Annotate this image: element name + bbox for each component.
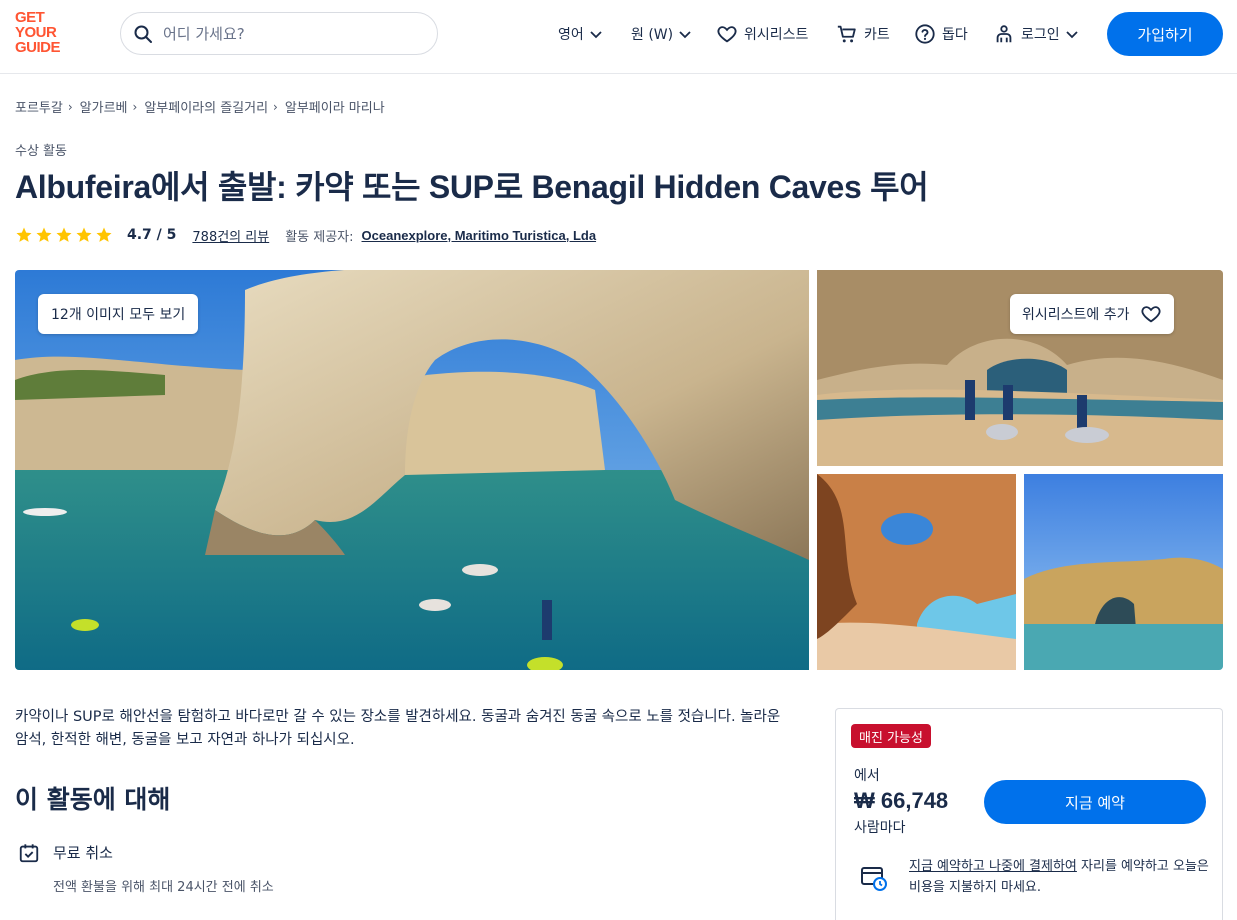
signup-button[interactable]: 가입하기 <box>1107 12 1223 56</box>
reviews-link[interactable]: 788건의 리뷰 <box>192 226 269 245</box>
breadcrumb-item-marina[interactable]: 알부페이라 마리나 <box>285 97 385 116</box>
star-icon <box>36 227 52 242</box>
reserve-now-pay-later-text: 지금 예약하고 나중에 결제하여 자리를 예약하고 오늘은 비용을 지불하지 마… <box>909 856 1209 898</box>
cart-label: 카트 <box>864 27 890 43</box>
breadcrumb-separator-icon: › <box>132 99 138 114</box>
star-icon <box>76 227 92 242</box>
star-rating <box>15 226 113 244</box>
search-input[interactable] <box>163 24 413 43</box>
logo-line-3: GUIDE <box>15 39 61 56</box>
top-header: GET YOUR GUIDE 영어 원 (W) 위시리스트 카트 돕다 로그인 … <box>0 0 1237 74</box>
chevron-down-icon <box>590 31 602 39</box>
star-icon <box>16 227 32 242</box>
star-icon <box>56 227 72 242</box>
currency-selector[interactable]: 원 (W) <box>631 22 693 46</box>
price-value: ₩ 66,748 <box>854 788 949 813</box>
cart-icon <box>837 25 856 43</box>
currency-label: 원 (W) <box>631 27 674 43</box>
star-icon <box>96 227 112 242</box>
breadcrumb-item-algarve[interactable]: 알가르베 <box>80 97 128 116</box>
page-title: Albufeira에서 출발: 카약 또는 SUP로 Benagil Hidde… <box>15 169 929 205</box>
price-from-label: 에서 <box>854 768 880 784</box>
add-to-wishlist-label: 위시리스트에 추가 <box>1022 307 1130 323</box>
breadcrumb: 포르투갈 › 알가르베 › 알부페이라의 즐길거리 › 알부페이라 마리나 <box>15 97 385 117</box>
language-label: 영어 <box>558 27 584 43</box>
search-bar[interactable] <box>120 12 438 55</box>
search-icon <box>134 25 152 43</box>
help-nav[interactable]: 돕다 <box>914 22 968 46</box>
booking-card: 매진 가능성 에서 ₩ 66,748 사람마다 지금 예약 지금 예약하고 나중… <box>835 708 1223 920</box>
heart-icon <box>1140 306 1161 323</box>
per-person-label: 사람마다 <box>854 820 906 836</box>
provider-label: 활동 제공자: <box>285 229 354 245</box>
provider-link[interactable]: Oceanexplore, Maritimo Turistica, Lda <box>362 228 597 243</box>
reserve-now-pay-later-link[interactable]: 지금 예약하고 나중에 결제하여 <box>909 859 1077 874</box>
add-to-wishlist-button[interactable]: 위시리스트에 추가 <box>1010 294 1174 334</box>
chevron-down-icon <box>1066 31 1078 39</box>
rating-value: 4.7 / 5 <box>127 227 177 243</box>
chevron-down-icon <box>679 31 691 39</box>
calendar-clock-icon <box>861 867 887 891</box>
benagil-cave-skylight-photo <box>817 474 1016 670</box>
getyourguide-logo[interactable]: GET YOUR GUIDE <box>15 10 73 58</box>
user-group-icon <box>996 25 1012 43</box>
rating-row: 4.7 / 5 788건의 리뷰 활동 제공자: Oceanexplore, M… <box>15 224 596 246</box>
help-circle-icon <box>915 24 935 44</box>
breadcrumb-separator-icon: › <box>273 99 278 114</box>
language-selector[interactable]: 영어 <box>558 22 604 46</box>
wishlist-nav[interactable]: 위시리스트 <box>716 22 808 46</box>
login-nav[interactable]: 로그인 <box>993 22 1080 46</box>
breadcrumb-item-portugal[interactable]: 포르투갈 <box>15 97 63 116</box>
gallery-image-4[interactable] <box>1024 474 1223 670</box>
gallery-image-3[interactable] <box>817 474 1016 670</box>
login-label: 로그인 <box>1021 27 1060 43</box>
wishlist-label: 위시리스트 <box>744 27 809 43</box>
activity-description: 카약이나 SUP로 해안선을 탐험하고 바다로만 갈 수 있는 장소를 발견하세… <box>15 709 781 748</box>
help-label: 돕다 <box>942 27 968 43</box>
availability-badge: 매진 가능성 <box>851 724 931 748</box>
cart-nav[interactable]: 카트 <box>836 22 890 46</box>
logo-line-2: YOUR <box>15 24 57 41</box>
coastal-cliff-arch-photo <box>1024 474 1223 670</box>
book-now-button[interactable]: 지금 예약 <box>984 780 1206 824</box>
feature-subtitle: 전액 환불을 위해 최대 24시간 전에 취소 <box>53 880 274 895</box>
calendar-check-icon <box>19 844 39 863</box>
feature-title: 무료 취소 <box>53 844 113 862</box>
about-activity-heading: 이 활동에 대해 <box>15 785 171 814</box>
see-all-images-button[interactable]: 12개 이미지 모두 보기 <box>38 294 199 334</box>
logo-line-1: GET <box>15 9 45 26</box>
activity-category: 수상 활동 <box>15 144 67 159</box>
heart-icon <box>717 26 737 43</box>
breadcrumb-item-things-to-do[interactable]: 알부페이라의 즐길거리 <box>144 97 268 116</box>
breadcrumb-separator-icon: › <box>67 99 73 114</box>
